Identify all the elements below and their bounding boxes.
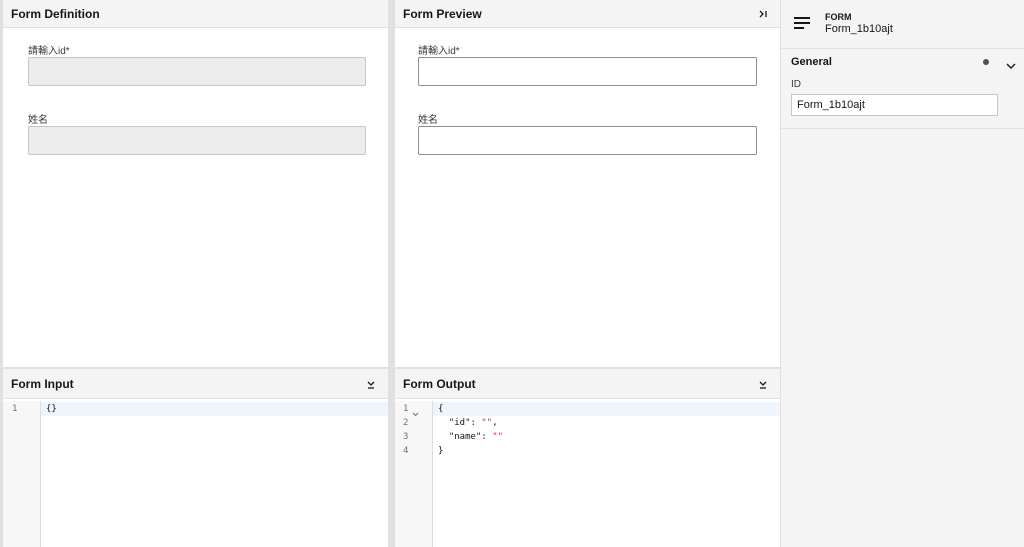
- general-section-title: General: [791, 56, 832, 68]
- form-input-panel: Form Input 1 {}: [3, 368, 388, 547]
- form-output-editor[interactable]: 1 2 3 4 { "id": "", "name": "" }: [395, 401, 780, 547]
- dot-icon: [983, 59, 989, 65]
- form-definition-title: Form Definition: [11, 7, 100, 21]
- id-label: ID: [791, 79, 801, 90]
- preview-id-input[interactable]: [418, 57, 757, 86]
- collapse-right-icon[interactable]: [756, 0, 770, 28]
- id-input[interactable]: [791, 94, 998, 116]
- json-key: "id": [448, 418, 471, 428]
- line-number: 4: [403, 446, 409, 456]
- definition-name-field[interactable]: [28, 126, 366, 155]
- form-output-title: Form Output: [403, 377, 476, 391]
- general-section-header[interactable]: General: [781, 49, 1024, 75]
- code-line[interactable]: {}: [46, 402, 57, 416]
- form-lines-icon: [794, 16, 810, 35]
- code-line[interactable]: {: [438, 402, 443, 416]
- collapse-down-icon[interactable]: [756, 369, 770, 400]
- form-input-editor[interactable]: 1 {}: [3, 401, 388, 547]
- line-number: 1: [403, 404, 409, 414]
- line-number: 1: [12, 404, 18, 414]
- json-separator: :: [481, 432, 493, 442]
- form-input-title: Form Input: [11, 377, 74, 391]
- active-line-highlight: [3, 402, 388, 416]
- definition-name-label: 姓名: [28, 115, 48, 126]
- element-name: Form_1b10ajt: [825, 23, 893, 35]
- properties-header: FORM Form_1b10ajt: [781, 0, 1024, 49]
- json-key: "name": [448, 432, 482, 442]
- form-preview-title: Form Preview: [403, 7, 482, 21]
- form-input-header: Form Input: [3, 368, 388, 399]
- form-definition-panel: Form Definition 請輸入id* 姓名: [3, 0, 388, 367]
- element-type-label: FORM: [825, 12, 852, 22]
- chevron-down-icon[interactable]: [1006, 57, 1016, 75]
- chevron-down-icon[interactable]: [412, 405, 419, 423]
- json-string-value: "": [481, 418, 493, 428]
- json-comma: ,: [492, 418, 498, 428]
- preview-name-input[interactable]: [418, 126, 757, 155]
- definition-id-field[interactable]: [28, 57, 366, 86]
- json-separator: :: [470, 418, 482, 428]
- json-string-value: "": [492, 432, 504, 442]
- collapse-down-icon[interactable]: [364, 369, 378, 400]
- line-number: 3: [403, 432, 409, 442]
- code-line[interactable]: "name": "": [438, 430, 503, 444]
- form-definition-header: Form Definition: [3, 0, 388, 28]
- form-preview-panel: Form Preview 請輸入id* 姓名: [395, 0, 780, 367]
- preview-id-label: 請輸入id*: [418, 46, 460, 57]
- properties-panel: FORM Form_1b10ajt General ID: [781, 0, 1024, 547]
- preview-name-label: 姓名: [418, 115, 438, 126]
- code-line[interactable]: "id": "",: [438, 416, 498, 430]
- form-preview-header: Form Preview: [395, 0, 780, 28]
- active-line-highlight: [395, 402, 780, 416]
- form-output-panel: Form Output 1 2 3 4 { "id": "", "name": …: [395, 368, 780, 547]
- line-number-gutter: [3, 401, 41, 547]
- line-number: 2: [403, 418, 409, 428]
- code-line[interactable]: }: [438, 444, 443, 458]
- form-output-header: Form Output: [395, 368, 780, 399]
- properties-empty-area: [781, 129, 1024, 547]
- definition-id-label: 請輸入id*: [28, 46, 70, 57]
